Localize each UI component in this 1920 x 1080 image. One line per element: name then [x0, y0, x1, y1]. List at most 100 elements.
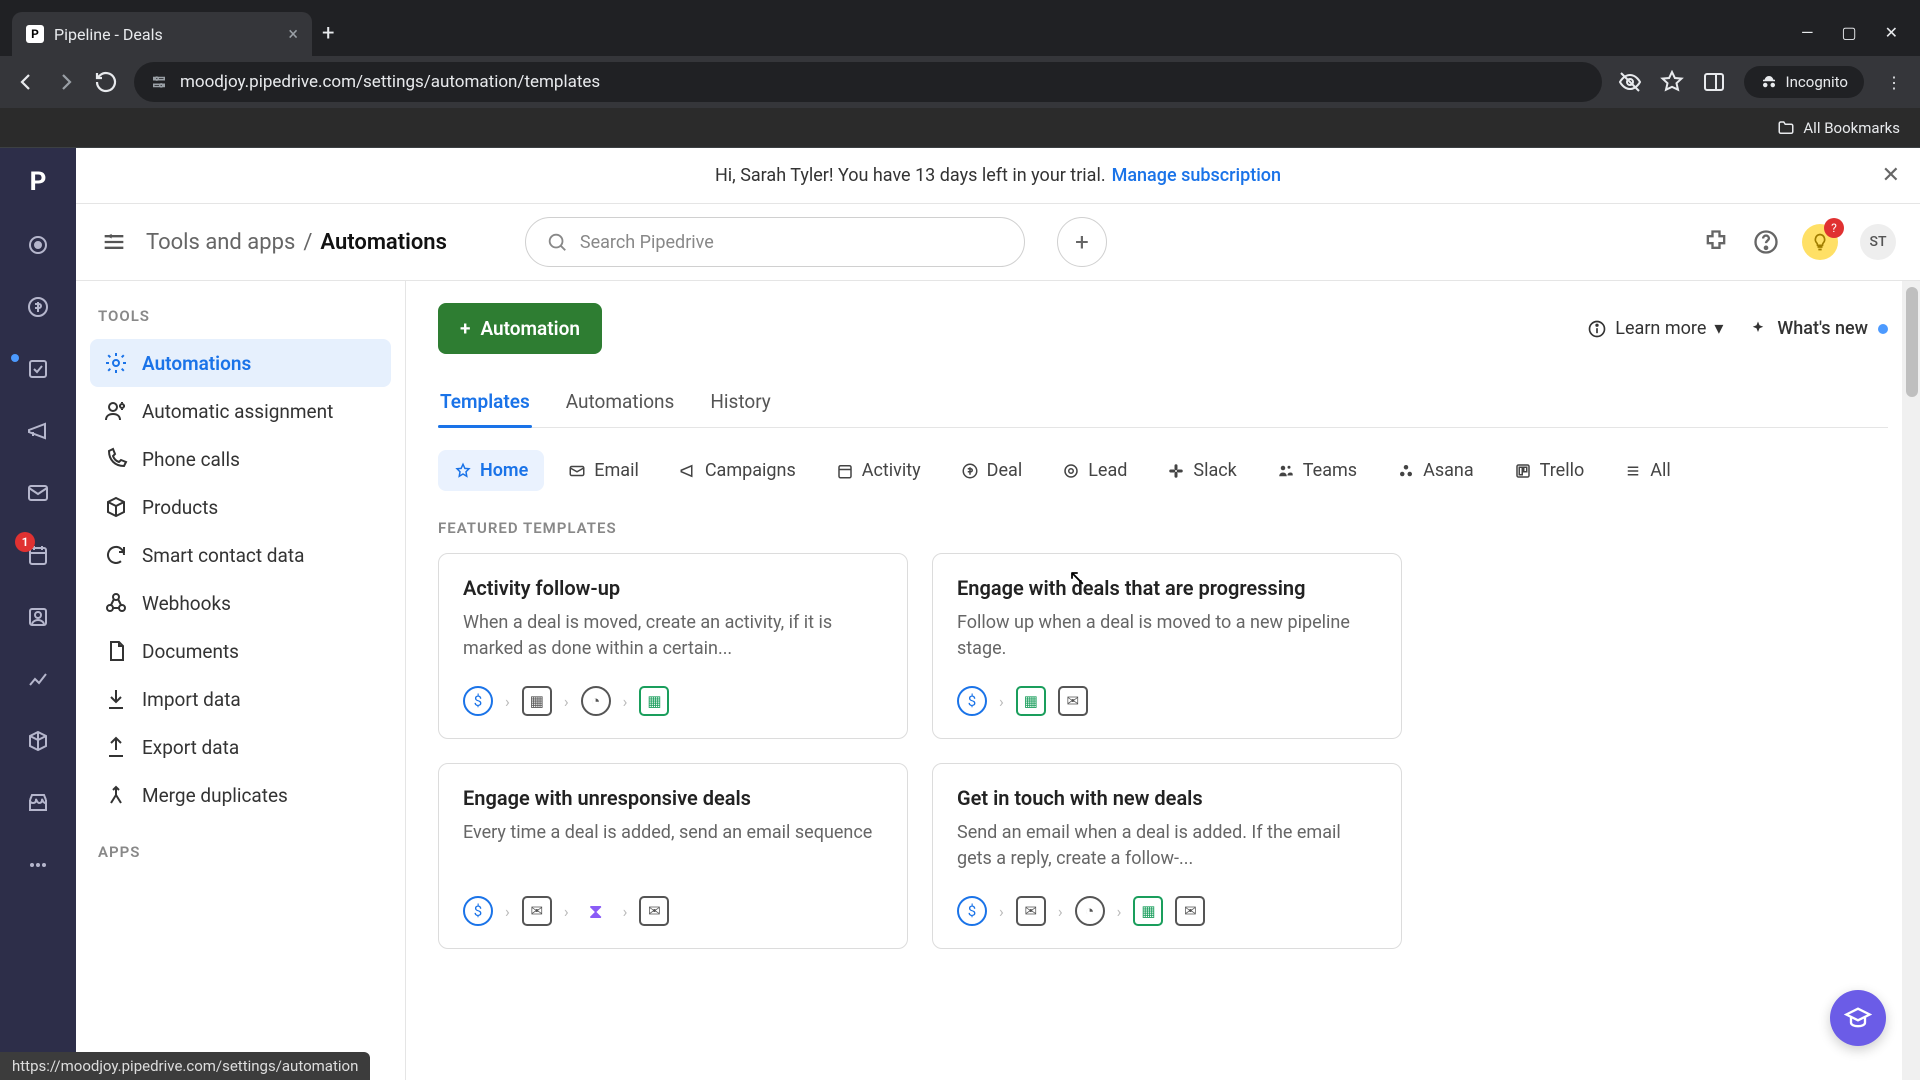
browser-tab[interactable]: P Pipeline - Deals ×: [12, 12, 312, 56]
sidebar-item-smart-contact-data[interactable]: Smart contact data: [90, 531, 391, 579]
whats-new-link[interactable]: What's new: [1749, 318, 1888, 339]
search-icon: [546, 231, 568, 253]
chip-asana[interactable]: Asana: [1381, 450, 1490, 491]
rail-campaigns-icon[interactable]: [19, 412, 57, 450]
collapse-sidebar-icon[interactable]: [100, 228, 128, 256]
eye-off-icon[interactable]: [1618, 70, 1642, 94]
chip-email[interactable]: Email: [552, 450, 655, 491]
reload-icon[interactable]: [94, 70, 118, 94]
rail-more-icon[interactable]: [19, 846, 57, 884]
slack-icon: [1167, 462, 1185, 480]
banner-close-icon[interactable]: ✕: [1882, 163, 1900, 188]
sidebar-item-merge-duplicates[interactable]: Merge duplicates: [90, 771, 391, 819]
incognito-chip[interactable]: Incognito: [1744, 66, 1864, 98]
close-window-icon[interactable]: ✕: [1885, 23, 1898, 42]
chevron-right-icon: ›: [1117, 902, 1122, 921]
user-avatar[interactable]: ST: [1860, 224, 1896, 260]
back-icon[interactable]: [14, 70, 38, 94]
rail-contacts-icon[interactable]: [19, 598, 57, 636]
window-controls: — ▢ ✕: [1801, 23, 1908, 42]
sidebar-item-webhooks[interactable]: Webhooks: [90, 579, 391, 627]
manage-subscription-link[interactable]: Manage subscription: [1112, 165, 1281, 186]
all-bookmarks-link[interactable]: All Bookmarks: [1803, 119, 1900, 137]
page-topbar: Tools and apps / Automations Search Pipe…: [76, 204, 1920, 280]
rail-activities-icon[interactable]: 1: [19, 536, 57, 574]
bookmark-star-icon[interactable]: [1660, 70, 1684, 94]
content-header: +Automation Learn more▾ What's new: [438, 303, 1888, 354]
list-icon: [1624, 462, 1642, 480]
browser-menu-icon[interactable]: ⋮: [1882, 70, 1906, 94]
mail-icon: ✉: [1175, 896, 1205, 926]
url-box[interactable]: moodjoy.pipedrive.com/settings/automatio…: [134, 62, 1602, 102]
scrollbar-track[interactable]: [1902, 281, 1920, 1080]
crumb-parent[interactable]: Tools and apps: [146, 230, 295, 255]
sidebar-item-phone-calls[interactable]: Phone calls: [90, 435, 391, 483]
template-card[interactable]: Get in touch with new deals Send an emai…: [932, 763, 1402, 949]
tab-history[interactable]: History: [708, 380, 772, 427]
rail-marketplace-icon[interactable]: [19, 784, 57, 822]
chevron-down-icon: ▾: [1714, 318, 1723, 339]
mail-icon: [568, 462, 586, 480]
new-automation-button[interactable]: +Automation: [438, 303, 602, 354]
chip-campaigns[interactable]: Campaigns: [663, 450, 812, 491]
sidebar-item-documents[interactable]: Documents: [90, 627, 391, 675]
chevron-right-icon: ›: [623, 902, 628, 921]
sidepanel-icon[interactable]: [1702, 70, 1726, 94]
rail-deals-icon[interactable]: [19, 288, 57, 326]
chip-lead[interactable]: Lead: [1046, 450, 1143, 491]
tips-bulb-icon[interactable]: ?: [1802, 224, 1838, 260]
scrollbar-thumb[interactable]: [1906, 287, 1918, 397]
help-icon[interactable]: [1752, 228, 1780, 256]
template-card[interactable]: Activity follow-up When a deal is moved,…: [438, 553, 908, 739]
sidebar-item-export-data[interactable]: Export data: [90, 723, 391, 771]
chip-trello[interactable]: Trello: [1498, 450, 1601, 491]
card-title: Get in touch with new deals: [957, 786, 1377, 810]
trial-text: Hi, Sarah Tyler! You have 13 days left i…: [715, 165, 1106, 186]
target-icon: [1062, 462, 1080, 480]
browser-status-bar: https://moodjoy.pipedrive.com/settings/a…: [0, 1052, 370, 1080]
rail-focus-icon[interactable]: [19, 226, 57, 264]
chip-slack[interactable]: Slack: [1151, 450, 1252, 491]
new-tab-button[interactable]: +: [322, 21, 334, 46]
quick-add-button[interactable]: +: [1057, 217, 1107, 267]
sidebar-item-products[interactable]: Products: [90, 483, 391, 531]
sidebar-item-import-data[interactable]: Import data: [90, 675, 391, 723]
close-tab-icon[interactable]: ×: [288, 24, 298, 45]
chip-home[interactable]: Home: [438, 450, 544, 491]
rail-projects-icon[interactable]: [19, 350, 57, 388]
learn-more-dropdown[interactable]: Learn more▾: [1587, 318, 1723, 339]
cursor-icon: ↖: [1068, 566, 1086, 591]
tab-automations[interactable]: Automations: [564, 380, 677, 427]
chip-activity[interactable]: Activity: [820, 450, 937, 491]
academy-fab[interactable]: [1830, 990, 1886, 1046]
brand-logo-icon[interactable]: P: [18, 162, 58, 202]
forward-icon[interactable]: [54, 70, 78, 94]
rail-products-icon[interactable]: [19, 722, 57, 760]
calendar-icon: ▦: [1016, 686, 1046, 716]
card-title: Engage with unresponsive deals: [463, 786, 883, 810]
rail-mail-icon[interactable]: [19, 474, 57, 512]
bookmarks-bar: All Bookmarks: [0, 108, 1920, 148]
maximize-icon[interactable]: ▢: [1841, 23, 1856, 42]
template-card[interactable]: Engage with deals that are progressing F…: [932, 553, 1402, 739]
chip-all[interactable]: All: [1608, 450, 1687, 491]
tab-templates[interactable]: Templates: [438, 380, 532, 427]
extensions-icon[interactable]: [1702, 228, 1730, 256]
card-desc: Follow up when a deal is moved to a new …: [957, 610, 1377, 664]
info-icon: [1587, 319, 1607, 339]
sidebar-item-automatic-assignment[interactable]: Automatic assignment: [90, 387, 391, 435]
star-icon: [454, 462, 472, 480]
incognito-label: Incognito: [1786, 73, 1848, 91]
chevron-right-icon: ›: [505, 692, 510, 711]
sidebar-item-automations[interactable]: Automations: [90, 339, 391, 387]
tab-favicon: P: [26, 25, 44, 43]
rail-insights-icon[interactable]: [19, 660, 57, 698]
search-input[interactable]: Search Pipedrive: [525, 217, 1025, 267]
template-card[interactable]: Engage with unresponsive deals Every tim…: [438, 763, 908, 949]
chip-deal[interactable]: Deal: [945, 450, 1039, 491]
chevron-right-icon: ›: [564, 692, 569, 711]
chevron-right-icon: ›: [999, 902, 1004, 921]
chip-teams[interactable]: Teams: [1261, 450, 1373, 491]
deal-icon: $: [463, 686, 493, 716]
minimize-icon[interactable]: —: [1801, 23, 1814, 42]
